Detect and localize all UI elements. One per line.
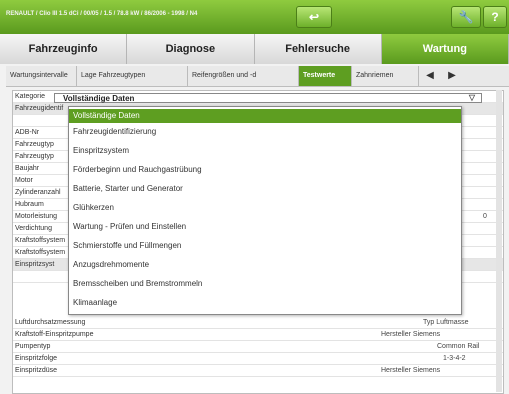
dropdown-option[interactable]: Schmierstoffe und Füllmengen [69, 237, 461, 255]
back-arrow-icon: ↩ [308, 10, 320, 24]
table-row-label: Fahrzeugtyp [15, 141, 54, 148]
window-title: RENAULT / Clio III 1.5 dCi / 00/05 / 1.5… [6, 11, 198, 17]
table-row-label: Fahrzeugidentif [15, 105, 64, 112]
table-row-value: 1-3-4-2 [443, 355, 466, 362]
table-row-label: Einspritzsyst [15, 261, 55, 268]
dropdown-option[interactable]: Glühkerzen [69, 199, 461, 217]
dropdown-option[interactable]: Bremsscheiben und Bremstrommeln [69, 275, 461, 293]
scrollbar[interactable] [496, 90, 502, 392]
subtab-testwerte[interactable]: Testwerte [299, 66, 352, 86]
help-button[interactable]: ? [483, 6, 507, 28]
next-arrow-icon[interactable]: ▶ [441, 66, 463, 86]
help-icon: ? [491, 10, 499, 24]
dropdown-option[interactable]: Klimaanlage [69, 294, 461, 312]
table-row-value: Typ Luftmasse [423, 319, 469, 326]
table-row-mid: Hersteller Siemens [381, 331, 441, 338]
table-row-mid: Hersteller Siemens [381, 367, 441, 374]
subtab-lage[interactable]: Lage Fahrzeugtypen [77, 66, 188, 86]
kategorie-dropdown-list: Vollständige Daten Fahrzeugidentifizieru… [68, 106, 462, 315]
tab-fehlersuche[interactable]: Fehlersuche [254, 34, 382, 64]
table-row-label: Einspritzfolge [15, 355, 58, 362]
kategorie-select[interactable]: Vollständige Daten ▽ [54, 93, 482, 103]
table-row-label: Kraftstoffsystem [15, 249, 66, 256]
kategorie-selected-value: Vollständige Daten [63, 94, 135, 103]
tools-button[interactable]: 🔧 [451, 6, 481, 28]
table-row-label: Kraftstoff-Einspritzpumpe [15, 331, 94, 338]
table-row-label: Pumpentyp [15, 343, 51, 350]
table-row-label: Kraftstoffsystem [15, 237, 66, 244]
dropdown-option[interactable]: Einspritzsystem [69, 142, 461, 160]
tab-fahrzeuginfo[interactable]: Fahrzeuginfo [0, 34, 128, 64]
table-row-label: Fahrzeugtyp [15, 153, 54, 160]
title-bar: RENAULT / Clio III 1.5 dCi / 00/05 / 1.5… [0, 0, 509, 34]
chevron-down-icon[interactable]: ▽ [469, 93, 475, 103]
subtab-wartungsintervalle[interactable]: Wartungsintervalle [6, 66, 77, 86]
table-row-label: Motor [15, 177, 33, 184]
table-row-label: Baujahr [15, 165, 40, 172]
table-row-value: Common Rail [437, 343, 480, 350]
wrench-icon: 🔧 [458, 10, 474, 24]
dropdown-option[interactable]: Wartung - Prüfen und Einstellen [69, 218, 461, 236]
table-row-label: Zylinderanzahl [15, 189, 61, 196]
prev-arrow-icon[interactable]: ◀ [419, 66, 441, 86]
kategorie-label: Kategorie [15, 93, 45, 100]
table-row-label: Motorleistung [15, 213, 58, 220]
table-row-label: ADB-Nr [15, 129, 40, 136]
dropdown-option[interactable]: Förderbeginn und Rauchgastrübung [69, 161, 461, 179]
table-row-label: Verdichtung [15, 225, 52, 232]
main-tab-bar: Fahrzeuginfo Diagnose Fehlersuche Wartun… [0, 34, 509, 64]
table-row-label: Luftdurchsatzmessung [15, 319, 86, 326]
dropdown-option[interactable]: Vollständige Daten [69, 109, 461, 123]
sub-tab-bar: Wartungsintervalle Lage Fahrzeugtypen Re… [6, 66, 509, 87]
dropdown-option[interactable]: Batterie, Starter und Generator [69, 180, 461, 198]
tab-wartung[interactable]: Wartung [381, 34, 509, 64]
subtab-zahnriemen[interactable]: Zahnriemen [352, 66, 419, 86]
dropdown-option[interactable]: Anzugsdrehmomente [69, 256, 461, 274]
dropdown-option[interactable]: Fahrzeugidentifizierung [69, 123, 461, 141]
table-row-label: Einspritzdüse [15, 367, 58, 374]
table-row-label: Hubraum [15, 201, 44, 208]
tab-diagnose[interactable]: Diagnose [127, 34, 255, 64]
subtab-reifen[interactable]: Reifengrößen und -d [188, 66, 299, 86]
table-row-value: 0 [483, 213, 487, 220]
back-button[interactable]: ↩ [296, 6, 332, 28]
